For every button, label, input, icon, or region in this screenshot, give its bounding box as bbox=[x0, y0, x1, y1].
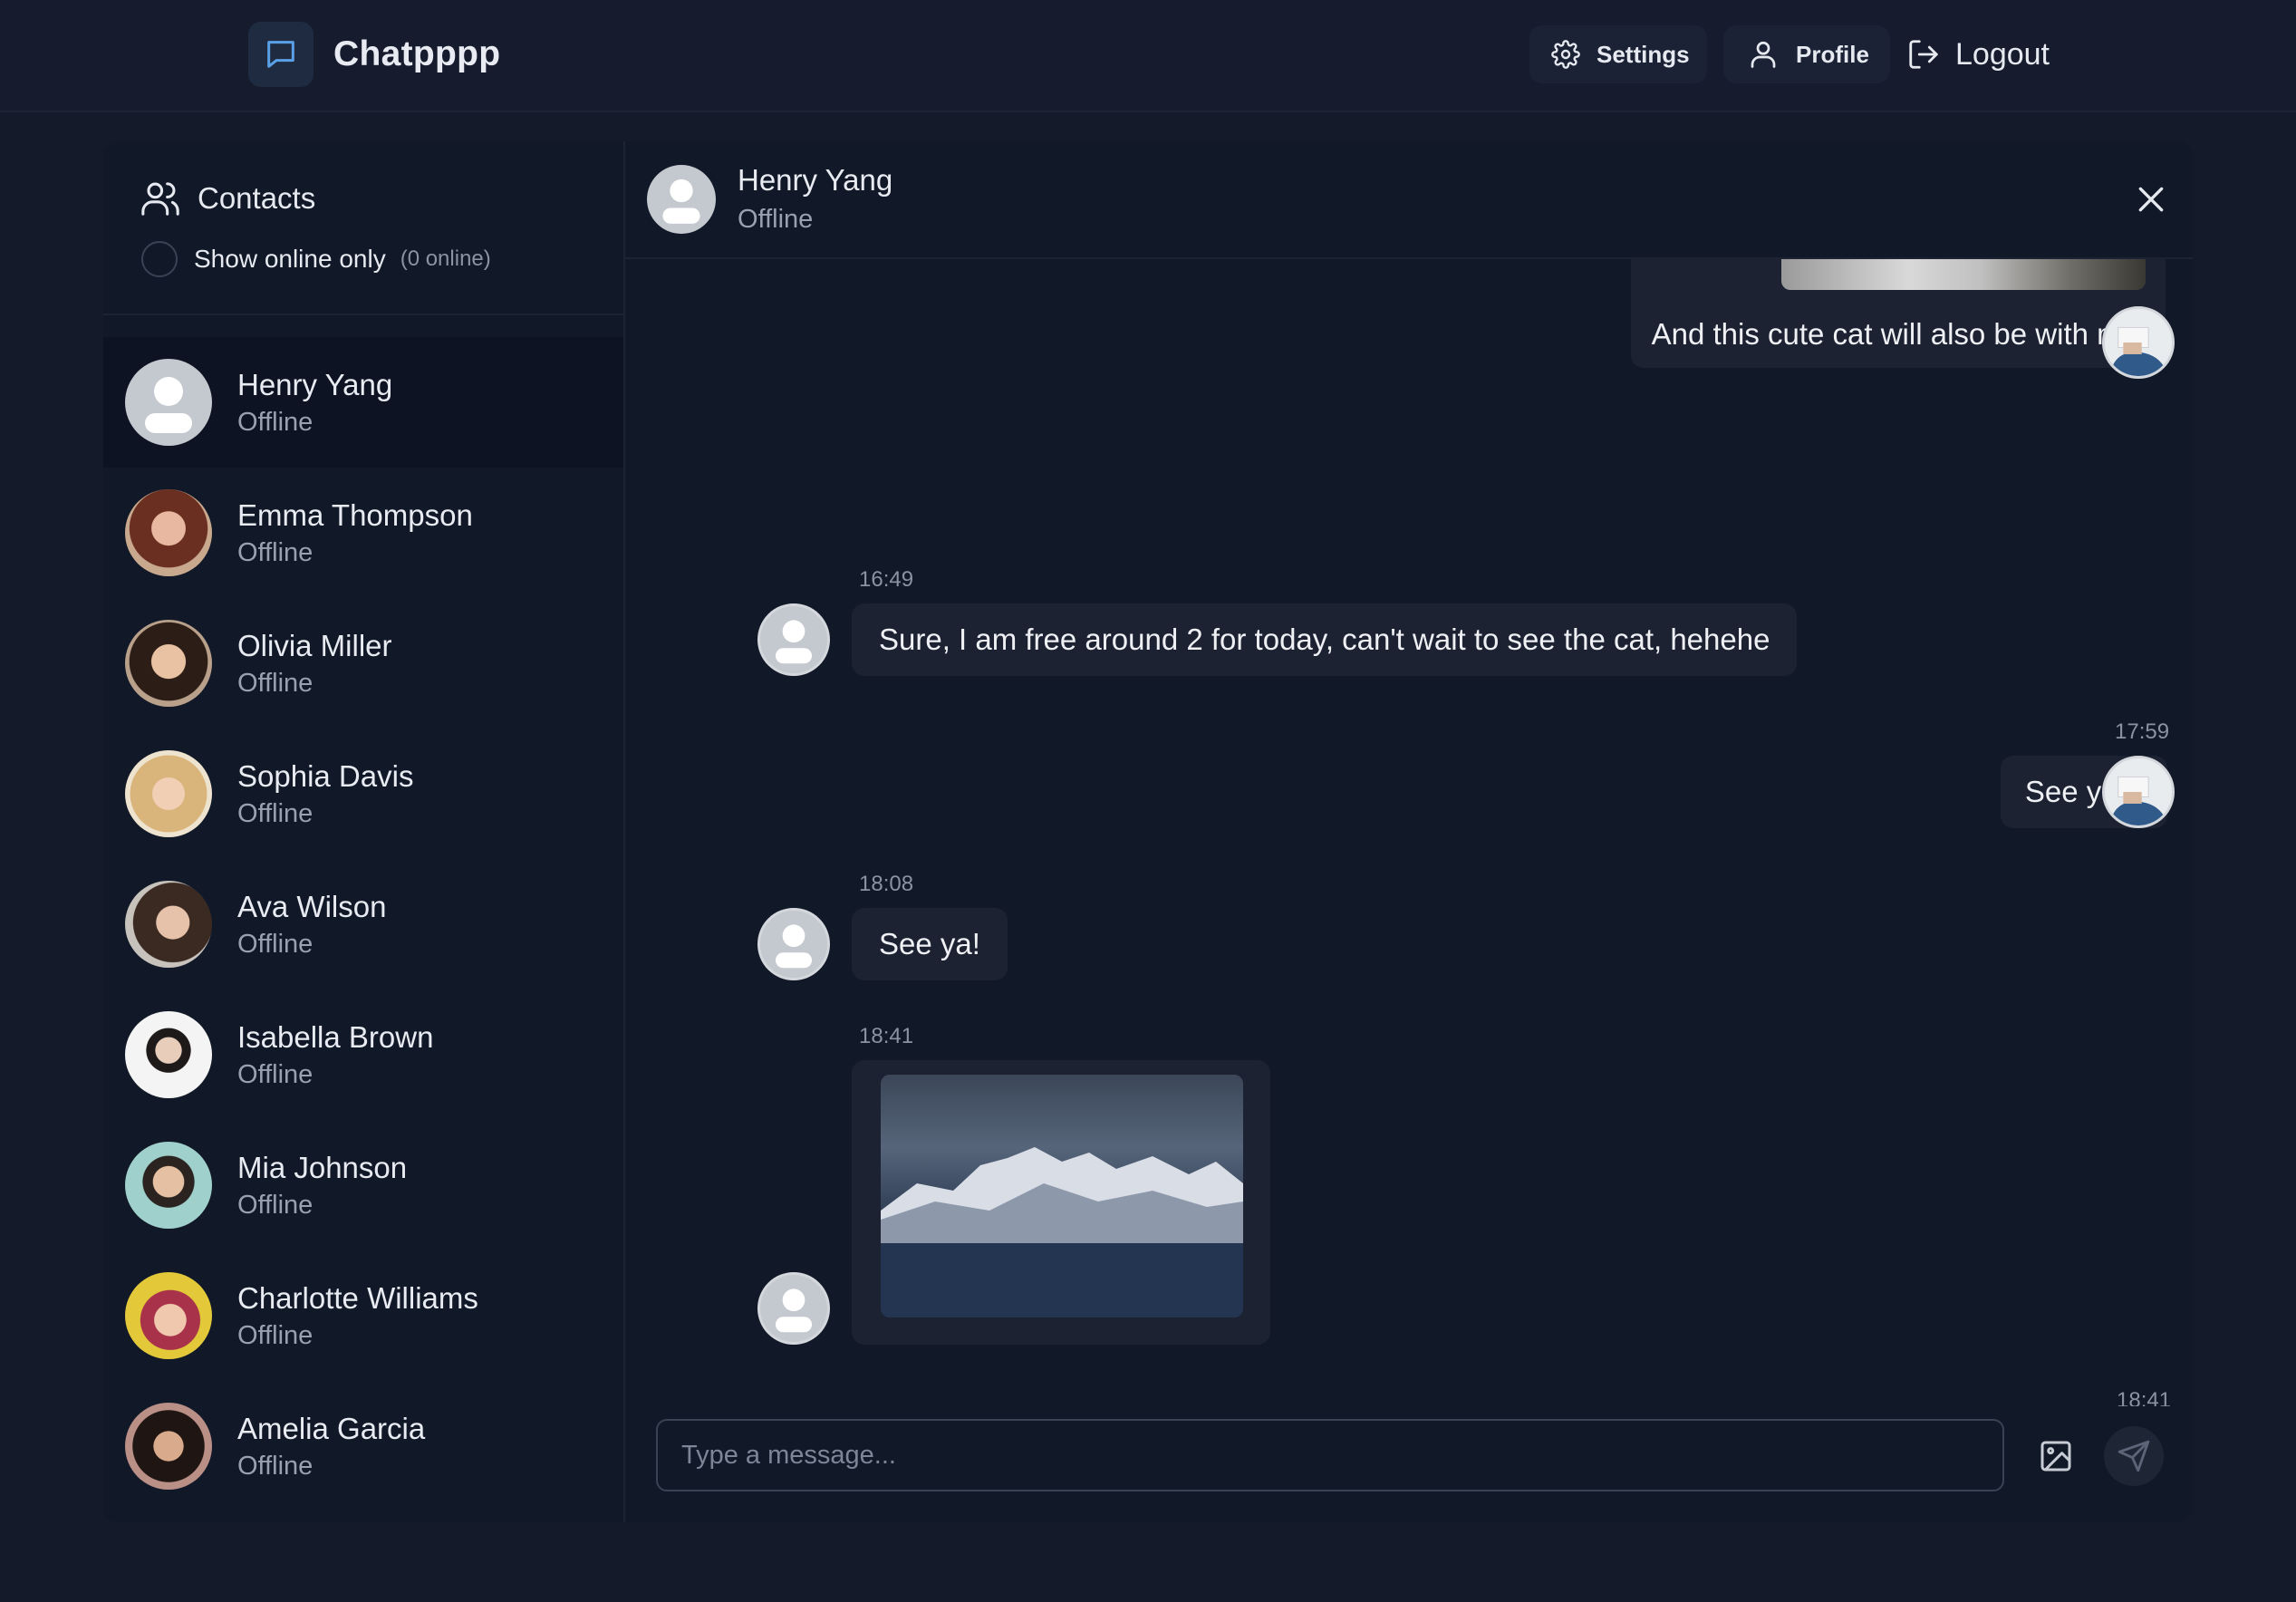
send-button[interactable] bbox=[2104, 1426, 2164, 1486]
cat-photo[interactable] bbox=[1781, 259, 2146, 290]
message-square-icon bbox=[248, 22, 314, 87]
message-time: 16:49 bbox=[859, 567, 914, 592]
settings-label: Settings bbox=[1597, 40, 1690, 68]
contact-status: Offline bbox=[237, 929, 314, 959]
contact-item-emma-thompson[interactable]: Emma Thompson Offline bbox=[103, 468, 623, 598]
send-icon bbox=[2118, 1440, 2150, 1472]
mountain-photo[interactable] bbox=[881, 1075, 1243, 1317]
online-only-toggle[interactable]: Show online only (0 online) bbox=[141, 241, 491, 277]
avatar bbox=[125, 1403, 212, 1490]
contact-item-henry-yang[interactable]: Henry Yang Offline bbox=[103, 337, 623, 468]
contact-item-charlotte-williams[interactable]: Charlotte Williams Offline bbox=[103, 1250, 623, 1381]
contact-name: Charlotte Williams bbox=[237, 1280, 478, 1315]
my-avatar bbox=[2102, 306, 2175, 379]
contact-name: Sophia Davis bbox=[237, 758, 414, 793]
contact-status: Offline bbox=[237, 798, 314, 828]
contact-status: Offline bbox=[237, 1059, 314, 1089]
avatar bbox=[125, 489, 212, 576]
message-bubble: Sure, I am free around 2 for today, can'… bbox=[852, 603, 1798, 676]
logout-button[interactable]: Logout bbox=[1903, 25, 2057, 83]
contact-item-isabella-brown[interactable]: Isabella Brown Offline bbox=[103, 989, 623, 1120]
settings-button[interactable]: Settings bbox=[1529, 25, 1707, 83]
contact-name: Olivia Miller bbox=[237, 628, 392, 662]
contact-item-amelia-garcia[interactable]: Amelia Garcia Offline bbox=[103, 1381, 623, 1511]
avatar bbox=[125, 1272, 212, 1359]
my-avatar bbox=[2102, 756, 2175, 828]
message-time: 18:41 bbox=[2117, 1388, 2172, 1406]
avatar bbox=[125, 620, 212, 707]
peer-avatar bbox=[757, 603, 830, 676]
avatar bbox=[125, 359, 212, 446]
gear-icon bbox=[1551, 40, 1580, 69]
chat-panel: Contacts Show online only (0 online) Hen… bbox=[103, 141, 2193, 1522]
contact-status: Offline bbox=[237, 668, 314, 698]
message-composer bbox=[625, 1406, 2193, 1522]
sidebar-header: Contacts Show online only (0 online) bbox=[103, 141, 623, 315]
contact-status: Offline bbox=[237, 537, 314, 567]
contact-name: Mia Johnson bbox=[237, 1150, 408, 1184]
contact-name: Henry Yang bbox=[237, 367, 393, 401]
contact-item-olivia-miller[interactable]: Olivia Miller Offline bbox=[103, 598, 623, 729]
logout-icon bbox=[1909, 40, 1938, 69]
message-list: And this cute cat will also be with me 1… bbox=[625, 259, 2193, 1406]
message-time: 18:41 bbox=[859, 1024, 914, 1048]
contact-item-mia-johnson[interactable]: Mia Johnson Offline bbox=[103, 1120, 623, 1250]
message-bubble: And this cute cat will also be with me bbox=[1631, 259, 2166, 368]
peer-avatar bbox=[647, 165, 716, 234]
contact-name: Isabella Brown bbox=[237, 1019, 434, 1054]
close-chat-button[interactable] bbox=[2133, 181, 2169, 217]
avatar bbox=[125, 750, 212, 837]
message-time: 18:08 bbox=[859, 872, 914, 896]
online-only-checkbox[interactable] bbox=[141, 241, 178, 277]
contacts-title: Contacts bbox=[198, 181, 316, 215]
chat-window: Henry Yang Offline And this cute cat wil… bbox=[625, 141, 2193, 1522]
contact-name: Ava Wilson bbox=[237, 889, 387, 923]
message-bubble: See ya! bbox=[852, 908, 1008, 980]
peer-status: Offline bbox=[738, 205, 814, 234]
peer-avatar bbox=[757, 1272, 830, 1345]
message-text: Sure, I am free around 2 for today, can'… bbox=[879, 622, 1770, 656]
attach-image-button[interactable] bbox=[2026, 1426, 2086, 1486]
chat-header: Henry Yang Offline bbox=[625, 141, 2193, 259]
message-text: And this cute cat will also be with me bbox=[1651, 317, 2138, 351]
contact-status: Offline bbox=[237, 1190, 314, 1220]
contact-item-sophia-davis[interactable]: Sophia Davis Offline bbox=[103, 729, 623, 859]
avatar bbox=[125, 1142, 212, 1229]
profile-button[interactable]: Profile bbox=[1723, 25, 1890, 83]
contact-name: Emma Thompson bbox=[237, 497, 473, 532]
user-icon bbox=[1751, 41, 1776, 68]
peer-name: Henry Yang bbox=[738, 163, 893, 197]
avatar bbox=[125, 1011, 212, 1098]
contact-item-ava-wilson[interactable]: Ava Wilson Offline bbox=[103, 859, 623, 989]
avatar bbox=[125, 881, 212, 968]
users-icon bbox=[141, 182, 179, 216]
close-icon bbox=[2138, 187, 2164, 212]
online-count: (0 online) bbox=[400, 246, 491, 271]
brand[interactable]: Chatpppp bbox=[248, 22, 500, 87]
message-text: See ya! bbox=[879, 927, 980, 960]
message-time: 17:59 bbox=[2115, 719, 2170, 744]
contact-status: Offline bbox=[237, 1451, 314, 1481]
logout-label: Logout bbox=[1955, 36, 2050, 72]
app-name: Chatpppp bbox=[333, 34, 501, 73]
contacts-sidebar: Contacts Show online only (0 online) Hen… bbox=[103, 141, 625, 1522]
image-icon bbox=[2040, 1441, 2071, 1472]
contact-status: Offline bbox=[237, 1320, 314, 1350]
contact-status: Offline bbox=[237, 407, 314, 437]
contact-list: Henry Yang Offline Emma Thompson Offline… bbox=[103, 337, 623, 1511]
message-input[interactable] bbox=[656, 1419, 2004, 1491]
contact-name: Amelia Garcia bbox=[237, 1411, 426, 1445]
message-bubble bbox=[852, 1060, 1270, 1345]
peer-avatar bbox=[757, 908, 830, 980]
profile-label: Profile bbox=[1796, 40, 1869, 68]
contacts-heading: Contacts bbox=[140, 178, 315, 219]
online-only-label: Show online only bbox=[194, 245, 386, 273]
top-navbar: Chatpppp Settings Profile Logout bbox=[0, 0, 2296, 112]
